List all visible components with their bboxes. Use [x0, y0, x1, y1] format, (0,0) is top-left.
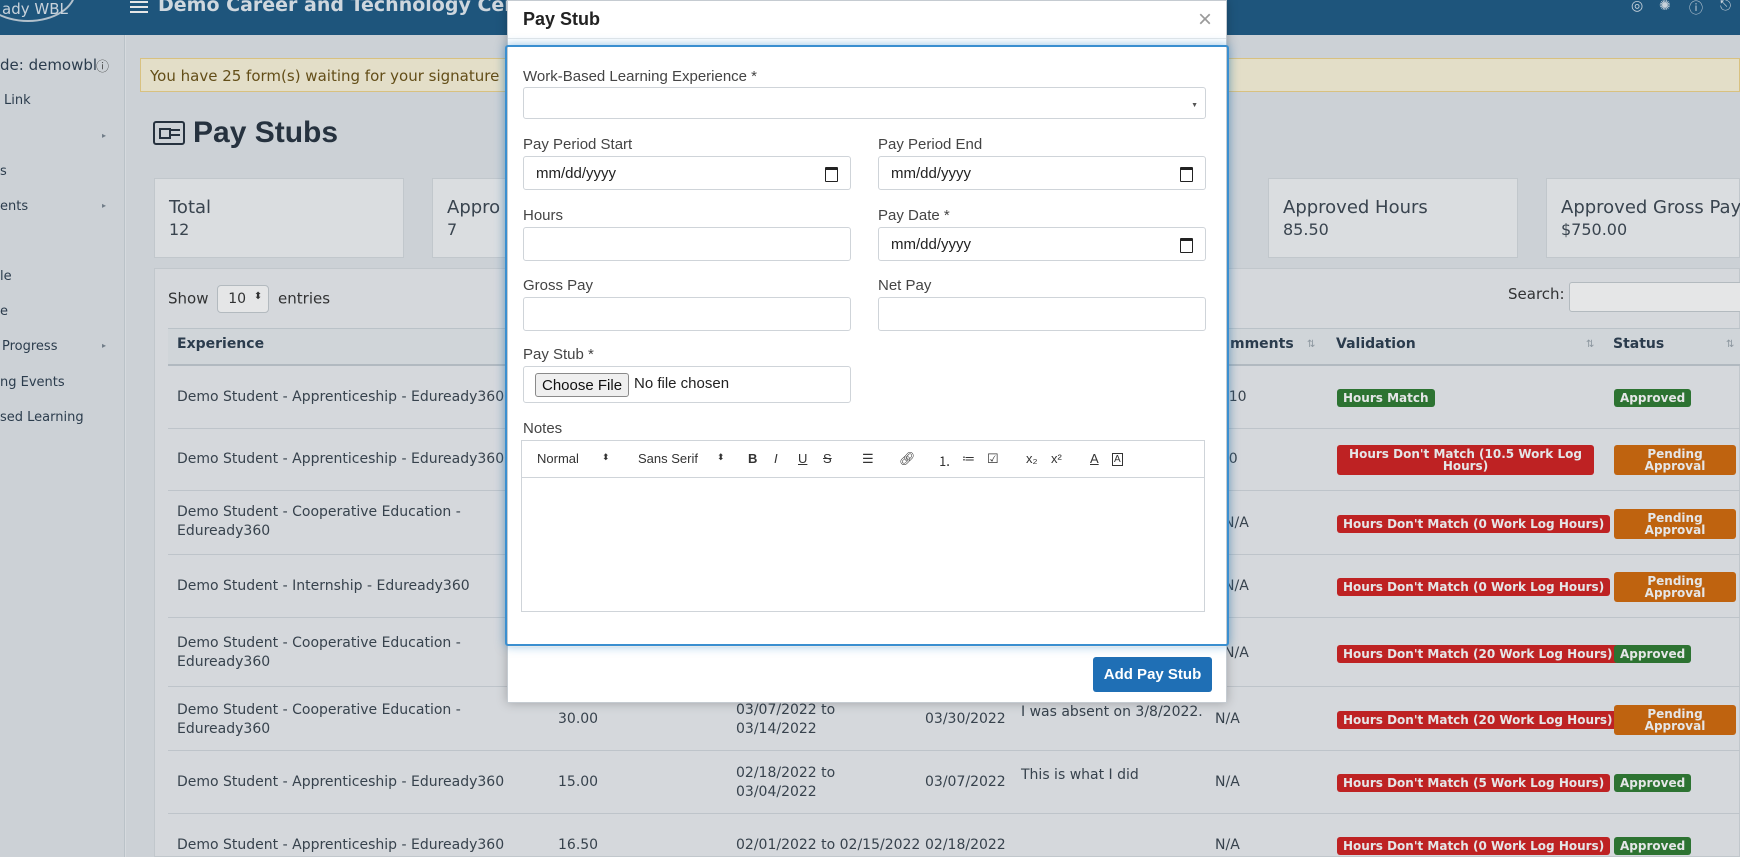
gross-pay-input[interactable] — [523, 297, 851, 331]
choose-file-button[interactable]: Choose File — [535, 373, 630, 397]
period-start-label: Pay Period Start — [523, 136, 633, 153]
modal-footer: Add Pay Stub — [508, 646, 1226, 702]
hours-input[interactable] — [523, 227, 851, 261]
chevron-updown-icon: ⬍ — [717, 452, 725, 462]
pay-stub-label: Pay Stub * — [523, 346, 594, 363]
net-pay-label: Net Pay — [878, 277, 932, 294]
experience-select[interactable]: ▼ — [523, 87, 1206, 119]
font-select[interactable]: Sans Serif — [638, 451, 698, 466]
notes-editor: Normal ⬍ Sans Serif ⬍ B I U S ☰ 🔗︎ ⒈ ≔ ☑… — [521, 440, 1205, 612]
experience-label: Work-Based Learning Experience * — [523, 68, 758, 85]
hours-label: Hours — [523, 207, 564, 224]
bold-icon[interactable]: B — [748, 451, 757, 466]
heading-select[interactable]: Normal — [537, 451, 579, 466]
strike-icon[interactable]: S — [823, 451, 832, 466]
pay-date-label: Pay Date * — [878, 207, 950, 224]
link-icon[interactable]: 🔗︎ — [899, 451, 916, 467]
notes-label: Notes — [523, 420, 563, 437]
bullet-list-icon[interactable]: ≔ — [962, 451, 975, 467]
period-start-input[interactable]: mm/dd/yyyy — [523, 156, 851, 190]
date-placeholder: mm/dd/yyyy — [536, 165, 617, 182]
check-list-icon[interactable]: ☑ — [987, 451, 999, 467]
editor-toolbar: Normal ⬍ Sans Serif ⬍ B I U S ☰ 🔗︎ ⒈ ≔ ☑… — [522, 441, 1204, 478]
pay-stub-modal: Pay Stub × Work-Based Learning Experienc… — [505, 0, 1229, 703]
text-color-icon[interactable]: A — [1090, 451, 1099, 466]
modal-header: Pay Stub × — [508, 1, 1226, 39]
pay-stub-file-input[interactable]: Choose File No file chosen — [523, 366, 851, 403]
period-end-input[interactable]: mm/dd/yyyy — [878, 156, 1206, 190]
underline-icon[interactable]: U — [798, 451, 807, 466]
superscript-icon[interactable]: x² — [1051, 451, 1062, 466]
net-pay-input[interactable] — [878, 297, 1206, 331]
add-pay-stub-button[interactable]: Add Pay Stub — [1093, 657, 1212, 692]
italic-icon[interactable]: I — [774, 451, 778, 466]
notes-textarea[interactable] — [522, 478, 1204, 611]
pay-date-input[interactable]: mm/dd/yyyy — [878, 227, 1206, 261]
modal-body: Work-Based Learning Experience * ▼ Pay P… — [505, 45, 1229, 646]
no-file-text: No file chosen — [634, 375, 730, 392]
gross-pay-label: Gross Pay — [523, 277, 594, 294]
modal-title: Pay Stub — [523, 9, 601, 29]
ordered-list-icon[interactable]: ⒈ — [938, 451, 951, 470]
close-icon[interactable]: × — [1198, 6, 1212, 34]
chevron-down-icon: ▼ — [1191, 102, 1198, 109]
subscript-icon[interactable]: x₂ — [1026, 451, 1038, 466]
background-color-icon[interactable]: A — [1112, 453, 1123, 466]
align-icon[interactable]: ☰ — [862, 451, 874, 467]
date-placeholder: mm/dd/yyyy — [891, 165, 972, 182]
date-placeholder: mm/dd/yyyy — [891, 236, 972, 253]
chevron-updown-icon: ⬍ — [602, 452, 610, 462]
period-end-label: Pay Period End — [878, 136, 983, 153]
